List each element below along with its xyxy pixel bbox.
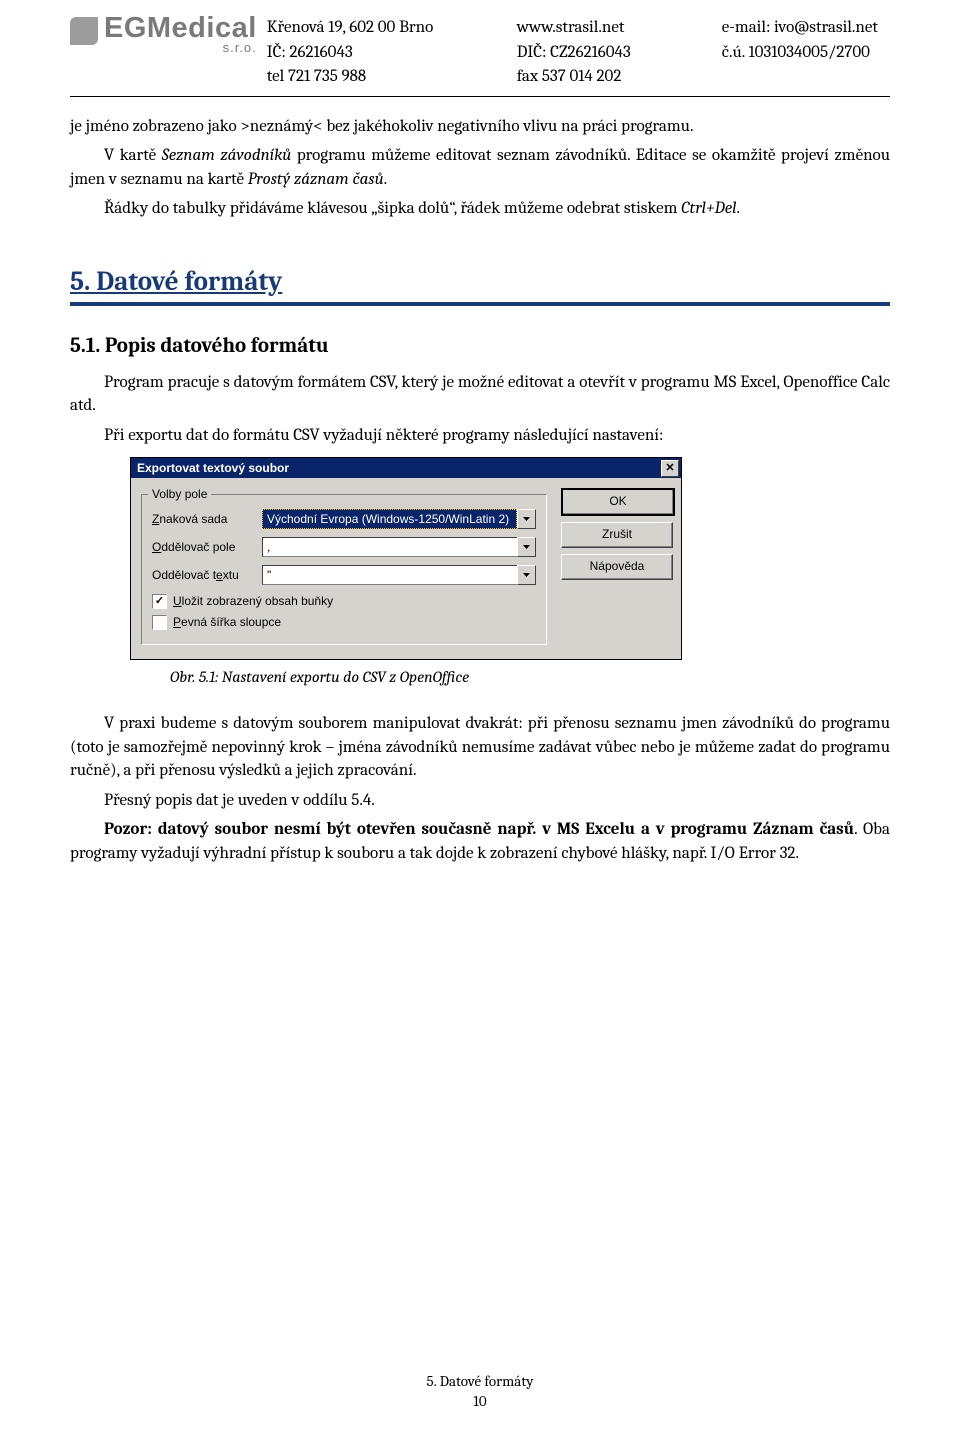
paragraph: V kartě Seznam závodníků programu můžeme… bbox=[70, 144, 890, 191]
field-sep-value: , bbox=[262, 537, 517, 557]
dropdown-icon[interactable] bbox=[517, 565, 536, 585]
checkbox-icon bbox=[152, 615, 167, 630]
header-divider bbox=[70, 96, 890, 97]
dialog-title: Exportovat textový soubor bbox=[137, 460, 289, 477]
paragraph: Pozor: datový soubor nesmí být otevřen s… bbox=[70, 818, 890, 865]
export-csv-dialog: Exportovat textový soubor ✕ Volby pole Z… bbox=[130, 457, 682, 660]
charset-label: Znaková sada bbox=[152, 511, 262, 528]
section-heading-5-1: 5.1. Popis datového formátu bbox=[70, 332, 890, 361]
checkbox-icon: ✓ bbox=[152, 594, 167, 609]
logo-icon bbox=[70, 17, 98, 45]
field-options-group: Volby pole Znaková sada Východní Evropa … bbox=[141, 494, 547, 645]
ok-button[interactable]: OK bbox=[561, 488, 675, 516]
charset-value: Východní Evropa (Windows-1250/WinLatin 2… bbox=[262, 509, 517, 529]
logo-main: EGMedical bbox=[104, 14, 257, 43]
page-header: EGMedical s.r.o. Křenová 19, 602 00 Brno… bbox=[70, 0, 890, 90]
footer-page-number: 10 bbox=[0, 1392, 960, 1412]
paragraph: Přesný popis dat je uveden v oddílu 5.4. bbox=[70, 789, 890, 812]
dropdown-icon[interactable] bbox=[517, 537, 536, 557]
text-sep-label: Oddělovač textu bbox=[152, 567, 262, 584]
save-shown-checkbox[interactable]: ✓ Uložit zobrazený obsah buňky bbox=[152, 593, 536, 610]
figure-caption: Obr. 5.1: Nastavení exportu do CSV z Ope… bbox=[170, 666, 890, 688]
page-footer: 5. Datové formáty 10 bbox=[0, 1372, 960, 1411]
paragraph: je jméno zobrazeno jako >neznámý< bez ja… bbox=[70, 115, 890, 138]
paragraph: Řádky do tabulky přidáváme klávesou „šip… bbox=[70, 197, 890, 220]
header-col-web: www.strasil.net DIČ: CZ26216043 fax 537 … bbox=[517, 16, 722, 90]
paragraph: Program pracuje s datovým formátem CSV, … bbox=[70, 371, 890, 418]
close-icon[interactable]: ✕ bbox=[661, 460, 679, 477]
header-col-contact: e-mail: ivo@strasil.net č.ú. 1031034005/… bbox=[722, 16, 890, 90]
paragraph: Při exportu dat do formátu CSV vyžadují … bbox=[70, 424, 890, 447]
field-sep-label: Oddělovač pole bbox=[152, 539, 262, 556]
logo: EGMedical s.r.o. bbox=[70, 14, 257, 54]
charset-combo[interactable]: Východní Evropa (Windows-1250/WinLatin 2… bbox=[262, 509, 536, 529]
help-button[interactable]: Nápověda bbox=[561, 554, 673, 580]
dropdown-icon[interactable] bbox=[517, 509, 536, 529]
cancel-button[interactable]: Zrušit bbox=[561, 522, 673, 548]
group-legend: Volby pole bbox=[148, 486, 211, 503]
fixed-width-checkbox[interactable]: Pevná šířka sloupce bbox=[152, 614, 536, 631]
text-sep-value: " bbox=[262, 565, 517, 585]
text-sep-combo[interactable]: " bbox=[262, 565, 536, 585]
footer-section: 5. Datové formáty bbox=[0, 1372, 960, 1392]
dialog-titlebar[interactable]: Exportovat textový soubor ✕ bbox=[131, 458, 681, 478]
section-heading-5: 5. Datové formáty bbox=[70, 263, 890, 306]
field-sep-combo[interactable]: , bbox=[262, 537, 536, 557]
header-col-address: Křenová 19, 602 00 Brno IČ: 26216043 tel… bbox=[267, 16, 517, 90]
paragraph: V praxi budeme s datovým souborem manipu… bbox=[70, 712, 890, 782]
